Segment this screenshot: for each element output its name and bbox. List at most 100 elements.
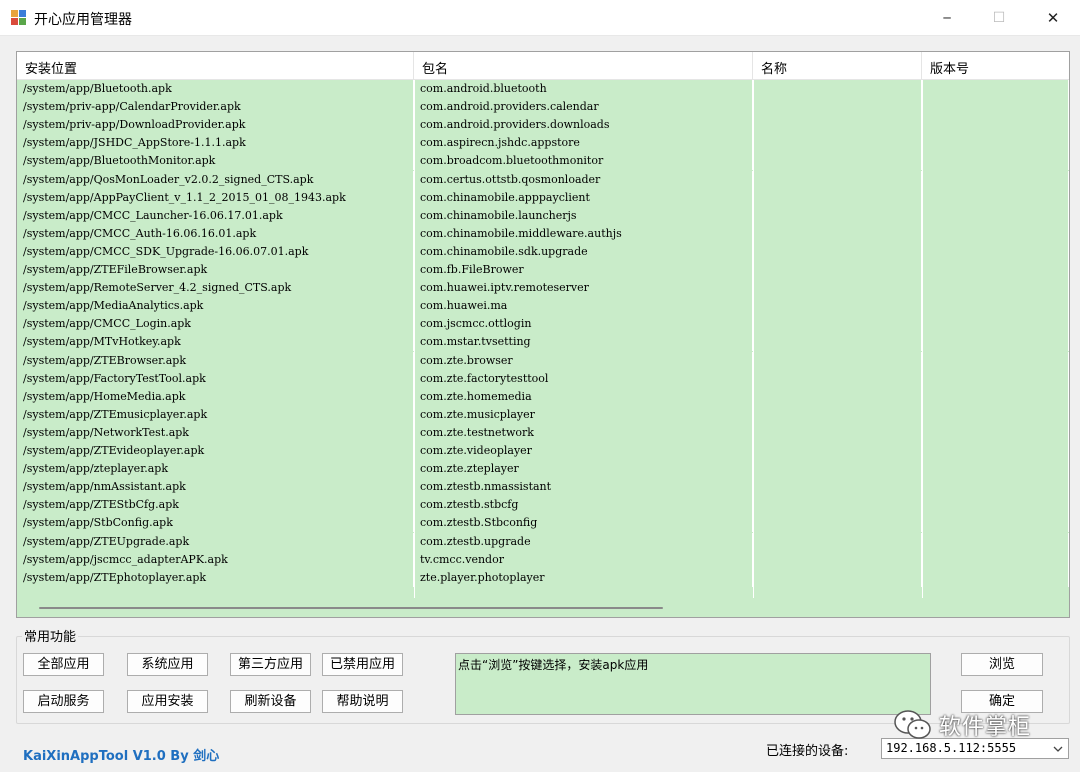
cell-package-name: com.fb.FileBrower: [414, 261, 753, 279]
table-row[interactable]: /system/app/ZTEUpgrade.apk com.ztestb.upg…: [17, 532, 1069, 551]
all-apps-button[interactable]: 全部应用: [23, 653, 104, 676]
install-app-button[interactable]: 应用安装: [127, 690, 208, 713]
table-row[interactable]: /system/app/StbConfig.apk com.ztestb.Stbc…: [17, 514, 1069, 533]
table-row[interactable]: /system/app/ZTEBrowser.apk com.zte.browse…: [17, 351, 1069, 370]
table-row[interactable]: /system/app/FactoryTestTool.apk com.zte.f…: [17, 369, 1069, 388]
cell-package-name: com.android.providers.calendar: [414, 98, 753, 117]
table-row[interactable]: /system/app/QosMonLoader_v2.0.2_signed_C…: [17, 170, 1069, 189]
cell-version: [922, 242, 1069, 261]
install-info-textbox[interactable]: 点击“浏览”按键选择，安装apk应用: [455, 653, 931, 715]
refresh-devices-button[interactable]: 刷新设备: [230, 690, 311, 713]
table-row[interactable]: /system/app/jscmcc_adapterAPK.apk tv.cmcc…: [17, 550, 1069, 569]
cell-package-name: com.chinamobile.middleware.authjs: [414, 224, 753, 243]
cell-install-path: /system/app/FactoryTestTool.apk: [17, 369, 414, 388]
cell-name: [753, 532, 922, 551]
browse-button[interactable]: 浏览: [961, 653, 1043, 676]
help-button[interactable]: 帮助说明: [322, 690, 403, 713]
cell-name: [753, 550, 922, 569]
table-row[interactable]: /system/app/AppPayClient_v_1.1_2_2015_01…: [17, 188, 1069, 207]
table-row[interactable]: /system/app/HomeMedia.apk com.zte.homemed…: [17, 387, 1069, 406]
column-header-name[interactable]: 名称: [753, 52, 922, 80]
table-row[interactable]: /system/app/CMCC_SDK_Upgrade-16.06.07.01…: [17, 242, 1069, 261]
cell-install-path: /system/app/ZTEmusicplayer.apk: [17, 405, 414, 424]
cell-version: [922, 279, 1069, 298]
horizontal-scrollbar[interactable]: [17, 598, 1069, 617]
cell-name: [753, 297, 922, 316]
start-service-button[interactable]: 启动服务: [23, 690, 104, 713]
table-row[interactable]: /system/app/ZTEmusicplayer.apk com.zte.mu…: [17, 405, 1069, 424]
cell-name: [753, 514, 922, 533]
minimize-button[interactable]: ─: [924, 0, 970, 36]
table-row[interactable]: /system/app/ZTEvideoplayer.apk com.zte.vi…: [17, 442, 1069, 460]
watermark: 软件掌柜: [893, 705, 1075, 745]
cell-name: [753, 351, 922, 370]
cell-install-path: /system/priv-app/DownloadProvider.apk: [17, 116, 414, 135]
table-row[interactable]: /system/priv-app/DownloadProvider.apk com…: [17, 116, 1069, 135]
table-row[interactable]: /system/app/RemoteServer_4.2_signed_CTS.…: [17, 279, 1069, 298]
cell-package-name: com.zte.browser: [414, 351, 753, 370]
cell-name: [753, 315, 922, 334]
cell-install-path: /system/app/RemoteServer_4.2_signed_CTS.…: [17, 279, 414, 298]
cell-version: [922, 116, 1069, 135]
table-row[interactable]: /system/app/NetworkTest.apk com.zte.testn…: [17, 423, 1069, 442]
column-header-package-name[interactable]: 包名: [414, 52, 753, 80]
cell-version: [922, 80, 1069, 98]
close-button[interactable]: ✕: [1030, 0, 1076, 36]
watermark-text: 软件掌柜: [939, 715, 1032, 740]
cell-version: [922, 170, 1069, 189]
cell-name: [753, 442, 922, 460]
cell-install-path: /system/app/HomeMedia.apk: [17, 387, 414, 406]
cell-name: [753, 116, 922, 135]
maximize-button[interactable]: ☐: [976, 0, 1022, 36]
table-row[interactable]: /system/app/Bluetooth.apk com.android.blu…: [17, 80, 1069, 98]
cell-name: [753, 224, 922, 243]
table-row[interactable]: /system/app/ZTEFileBrowser.apk com.fb.Fil…: [17, 261, 1069, 279]
table-row[interactable]: /system/app/zteplayer.apk com.zte.zteplay…: [17, 460, 1069, 479]
install-info-text: 点击“浏览”按键选择，安装apk应用: [458, 658, 649, 672]
cell-version: [922, 315, 1069, 334]
third-party-apps-button[interactable]: 第三方应用: [230, 653, 311, 676]
minimize-icon: ─: [943, 11, 951, 25]
cell-name: [753, 80, 922, 98]
cell-install-path: /system/app/ZTEBrowser.apk: [17, 351, 414, 370]
table-row[interactable]: /system/app/ZTEStbCfg.apk com.ztestb.stbc…: [17, 496, 1069, 515]
scrollbar-thumb[interactable]: [39, 607, 663, 609]
cell-name: [753, 261, 922, 279]
disabled-apps-button[interactable]: 已禁用应用: [322, 653, 403, 676]
cell-package-name: tv.cmcc.vendor: [414, 550, 753, 569]
table-row[interactable]: /system/app/MTvHotkey.apk com.mstar.tvset…: [17, 333, 1069, 352]
table-row[interactable]: /system/app/MediaAnalytics.apk com.huawei…: [17, 297, 1069, 316]
table-row[interactable]: /system/app/BluetoothMonitor.apk com.broa…: [17, 152, 1069, 171]
cell-package-name: com.android.bluetooth: [414, 80, 753, 98]
cell-name: [753, 134, 922, 153]
table-row[interactable]: /system/priv-app/CalendarProvider.apk com…: [17, 98, 1069, 117]
cell-install-path: /system/app/zteplayer.apk: [17, 460, 414, 479]
list-body: /system/app/Bluetooth.apk com.android.blu…: [17, 80, 1069, 598]
cell-install-path: /system/priv-app/CalendarProvider.apk: [17, 98, 414, 117]
column-header-version[interactable]: 版本号: [922, 52, 1069, 80]
cell-package-name: com.jscmcc.ottlogin: [414, 315, 753, 334]
table-row[interactable]: /system/app/CMCC_Login.apk com.jscmcc.ott…: [17, 315, 1069, 334]
table-row[interactable]: /system/app/nmAssistant.apk com.ztestb.nm…: [17, 478, 1069, 497]
common-functions-label: 常用功能: [22, 626, 79, 645]
cell-name: [753, 423, 922, 442]
cell-install-path: /system/app/ZTEphotoplayer.apk: [17, 568, 414, 587]
cell-version: [922, 134, 1069, 153]
cell-install-path: /system/app/ZTEvideoplayer.apk: [17, 442, 414, 460]
table-row[interactable]: /system/app/JSHDC_AppStore-1.1.1.apk com.…: [17, 134, 1069, 153]
app-list-view[interactable]: 安装位置 包名 名称 版本号 /system/app/Bluetooth.apk…: [16, 51, 1070, 618]
cell-name: [753, 568, 922, 587]
cell-package-name: com.ztestb.stbcfg: [414, 496, 753, 515]
system-apps-button[interactable]: 系统应用: [127, 653, 208, 676]
cell-install-path: /system/app/CMCC_SDK_Upgrade-16.06.07.01…: [17, 242, 414, 261]
table-row[interactable]: /system/app/CMCC_Launcher-16.06.17.01.ap…: [17, 206, 1069, 225]
cell-version: [922, 460, 1069, 479]
table-row[interactable]: /system/app/CMCC_Auth-16.06.16.01.apk com…: [17, 224, 1069, 243]
cell-version: [922, 514, 1069, 533]
column-header-install-path[interactable]: 安装位置: [17, 52, 414, 80]
cell-package-name: com.ztestb.nmassistant: [414, 478, 753, 497]
table-row[interactable]: /system/app/ZTEphotoplayer.apk zte.player…: [17, 568, 1069, 587]
cell-version: [922, 387, 1069, 406]
cell-package-name: com.zte.videoplayer: [414, 442, 753, 460]
cell-package-name: com.zte.zteplayer: [414, 460, 753, 479]
